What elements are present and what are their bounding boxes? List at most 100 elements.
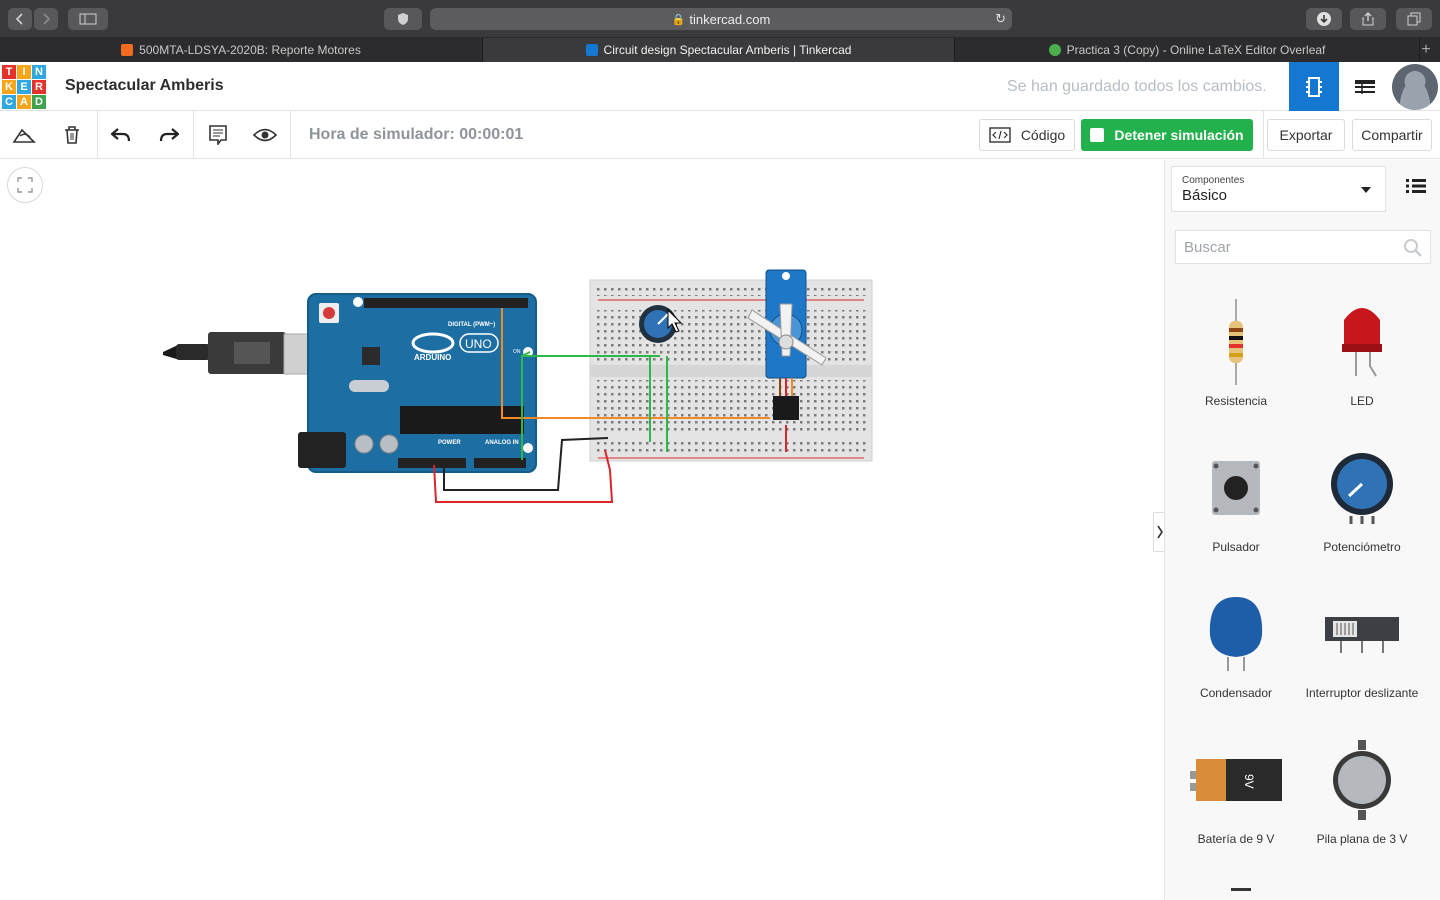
pushbutton-icon bbox=[1212, 461, 1260, 515]
toolbar-divider bbox=[290, 111, 291, 159]
trash-icon bbox=[65, 126, 79, 144]
shield-icon bbox=[398, 13, 408, 25]
tabs-icon bbox=[1407, 12, 1421, 26]
logo-letter: N bbox=[32, 65, 46, 79]
tab-bar: 500MTA-LDSYA-2020B: Reporte Motores Circ… bbox=[0, 38, 1440, 62]
search-icon[interactable] bbox=[1404, 239, 1422, 262]
coin-cell-icon bbox=[1333, 740, 1391, 820]
download-icon bbox=[1317, 12, 1331, 26]
tinkercad-logo[interactable]: T I N K E R C A D bbox=[2, 65, 46, 109]
components-dropdown[interactable]: Componentes Básico bbox=[1171, 166, 1386, 212]
slide-switch-icon bbox=[1325, 617, 1399, 653]
tab-overleaf[interactable]: Practica 3 (Copy) - Online LaTeX Editor … bbox=[955, 38, 1420, 62]
component-potenciometro[interactable]: Potenciómetro bbox=[1299, 440, 1425, 554]
component-pila-plana-3v[interactable]: Pila plana de 3 V bbox=[1299, 732, 1425, 846]
component-search[interactable] bbox=[1175, 230, 1431, 264]
stop-icon bbox=[1090, 128, 1105, 142]
next-component-partial bbox=[1231, 888, 1251, 891]
reload-icon[interactable]: ↻ bbox=[995, 11, 1006, 27]
note-icon bbox=[209, 125, 227, 145]
redo-icon bbox=[159, 128, 179, 142]
arduino-uno-board[interactable]: ARDUINO UNO DIGITAL (PWM~) POWER ANALOG … bbox=[298, 293, 537, 473]
caret-down-icon bbox=[1361, 187, 1371, 193]
list-view-button[interactable] bbox=[1405, 178, 1427, 199]
back-button[interactable] bbox=[8, 8, 32, 30]
component-led[interactable]: LED bbox=[1299, 294, 1425, 408]
url-text: tinkercad.com bbox=[689, 11, 771, 27]
schematic-view-button[interactable] bbox=[1340, 62, 1390, 111]
potentiometer-icon bbox=[1331, 453, 1393, 524]
undo-icon bbox=[111, 128, 131, 142]
component-interruptor-deslizante[interactable]: Interruptor deslizante bbox=[1299, 586, 1425, 700]
component-label: LED bbox=[1350, 394, 1374, 408]
led-icon bbox=[1342, 308, 1382, 377]
tab-tinkercad[interactable]: Circuit design Spectacular Amberis | Tin… bbox=[483, 38, 955, 62]
component-label: Condensador bbox=[1199, 686, 1273, 700]
new-tab-button[interactable]: + bbox=[1416, 38, 1436, 62]
eye-icon bbox=[253, 128, 277, 142]
capacitor-icon bbox=[1209, 597, 1263, 671]
browser-toolbar: 🔒 tinkercad.com ↻ bbox=[0, 0, 1440, 38]
power-label-text: POWER bbox=[438, 440, 461, 446]
delete-button[interactable] bbox=[56, 119, 88, 151]
favicon-icon bbox=[121, 44, 134, 56]
logo-letter: A bbox=[17, 95, 31, 109]
tab-overview-button[interactable] bbox=[1396, 8, 1432, 30]
code-button[interactable]: Código bbox=[979, 119, 1075, 151]
component-label: Resistencia bbox=[1204, 394, 1268, 408]
component-bateria-9v[interactable]: 9V Batería de 9 V bbox=[1173, 732, 1299, 846]
stop-simulation-label: Detener simulación bbox=[1114, 127, 1244, 143]
on-led-label: ON bbox=[513, 349, 521, 355]
privacy-report-button[interactable] bbox=[384, 8, 422, 30]
circuit-workspace[interactable]: ARDUINO UNO DIGITAL (PWM~) POWER ANALOG … bbox=[0, 160, 1165, 900]
undo-button[interactable] bbox=[105, 119, 137, 151]
breadboard[interactable] bbox=[589, 279, 873, 462]
downloads-button[interactable] bbox=[1306, 8, 1342, 30]
components-label: Componentes bbox=[1182, 175, 1245, 186]
component-label: Interruptor deslizante bbox=[1305, 686, 1419, 700]
tab-label: Circuit design Spectacular Amberis | Tin… bbox=[603, 43, 852, 57]
logo-letter: K bbox=[2, 80, 16, 94]
share-page-button[interactable] bbox=[1350, 8, 1386, 30]
app-header: T I N K E R C A D Spectacular Amberis Se… bbox=[0, 62, 1440, 111]
table-list-icon bbox=[1355, 79, 1375, 94]
tab-label: Practica 3 (Copy) - Online LaTeX Editor … bbox=[1066, 43, 1326, 57]
component-pulsador[interactable]: Pulsador bbox=[1173, 440, 1299, 554]
logo-letter: C bbox=[2, 95, 16, 109]
chevron-right-icon bbox=[1156, 525, 1163, 539]
tab-reporte-motores[interactable]: 500MTA-LDSYA-2020B: Reporte Motores bbox=[0, 38, 483, 62]
save-status: Se han guardado todos los cambios. bbox=[1007, 78, 1267, 95]
toolbar-divider bbox=[193, 111, 194, 159]
chevron-right-icon bbox=[43, 13, 51, 25]
notes-button[interactable] bbox=[202, 119, 234, 151]
circuit-icon bbox=[1306, 76, 1322, 97]
digital-label-text: DIGITAL (PWM~) bbox=[448, 322, 495, 328]
battery-9v-icon: 9V bbox=[1190, 759, 1282, 801]
toolbar-divider bbox=[1263, 111, 1264, 159]
address-bar[interactable]: 🔒 tinkercad.com ↻ bbox=[430, 8, 1012, 30]
project-title[interactable]: Spectacular Amberis bbox=[65, 77, 224, 95]
battery-9v-text: 9V bbox=[1242, 774, 1256, 789]
stop-simulation-button[interactable]: Detener simulación bbox=[1081, 119, 1253, 151]
logo-letter: D bbox=[32, 95, 46, 109]
redo-button[interactable] bbox=[153, 119, 185, 151]
component-label: Potenciómetro bbox=[1323, 540, 1401, 554]
component-condensador[interactable]: Condensador bbox=[1173, 586, 1299, 700]
rotate-button[interactable] bbox=[8, 119, 40, 151]
component-label: Pulsador bbox=[1212, 540, 1260, 554]
share-button[interactable]: Compartir bbox=[1352, 119, 1432, 151]
tab-label: 500MTA-LDSYA-2020B: Reporte Motores bbox=[139, 43, 361, 57]
component-resistencia[interactable]: Resistencia bbox=[1173, 294, 1299, 408]
user-avatar[interactable] bbox=[1392, 64, 1438, 110]
editor-toolbar: Hora de simulador: 00:00:01 Código Deten… bbox=[0, 111, 1440, 159]
forward-button[interactable] bbox=[34, 8, 58, 30]
search-input[interactable] bbox=[1176, 231, 1376, 263]
circuit-view-button[interactable] bbox=[1289, 62, 1339, 111]
export-button[interactable]: Exportar bbox=[1267, 119, 1345, 151]
arduino-model-text: UNO bbox=[465, 337, 492, 351]
list-icon bbox=[1406, 179, 1426, 193]
simulator-time: Hora de simulador: 00:00:01 bbox=[309, 126, 524, 143]
toggle-notes-visibility-button[interactable] bbox=[249, 119, 281, 151]
sidebar-toggle-button[interactable] bbox=[68, 8, 108, 30]
circuit-canvas[interactable]: ARDUINO UNO DIGITAL (PWM~) POWER ANALOG … bbox=[0, 160, 1164, 900]
